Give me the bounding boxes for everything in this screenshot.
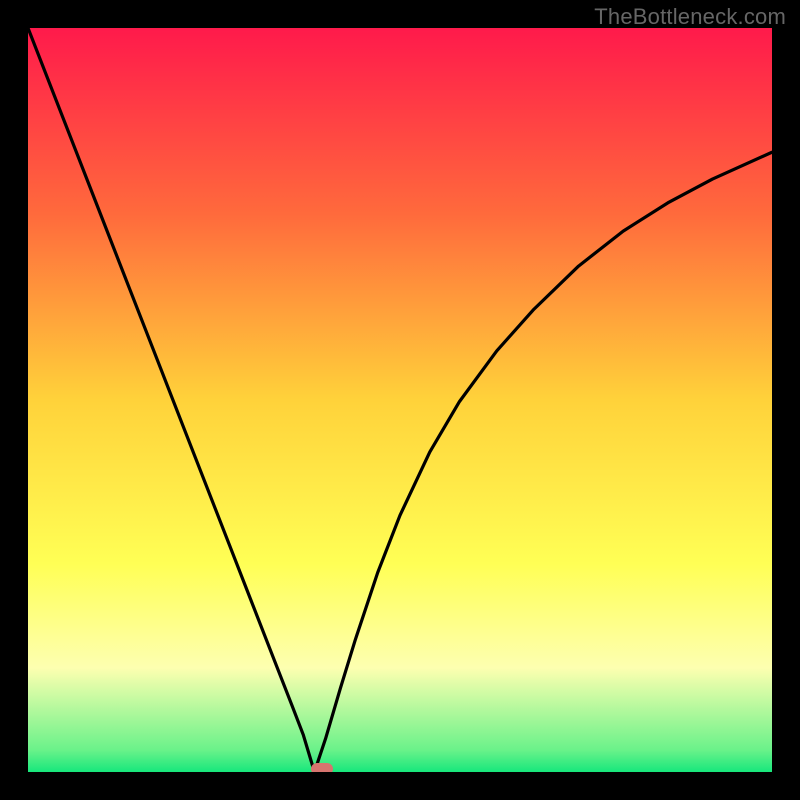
watermark-text: TheBottleneck.com <box>594 4 786 30</box>
chart-frame: TheBottleneck.com <box>0 0 800 800</box>
chart-background <box>28 28 772 772</box>
valley-marker <box>311 763 333 772</box>
chart-plot-area <box>28 28 772 772</box>
chart-svg <box>28 28 772 772</box>
